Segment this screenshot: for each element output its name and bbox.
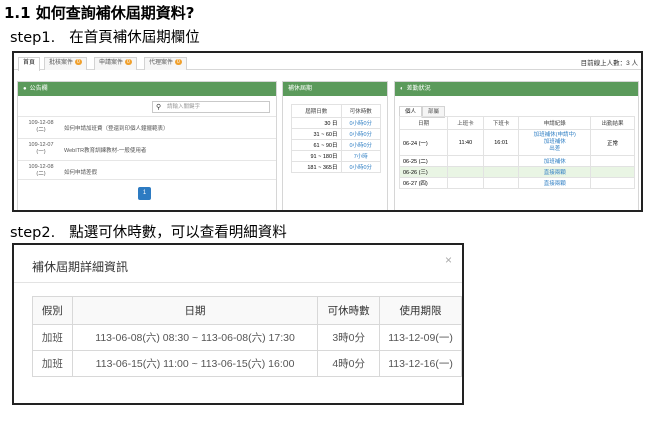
comp-leave-expiry-panel: 補休屆期 屆期日數 可休時數 30 日 0小時0分 31 ~ 60日 0小時0分 6… (282, 81, 388, 210)
step2-number: step2. (10, 225, 56, 241)
approval-count-badge: 0 (75, 59, 82, 65)
step2-text: 點選可休時數，可以查看明細資料 (69, 225, 287, 241)
application-record[interactable]: 加班補休 (518, 155, 591, 167)
notice-title[interactable]: WebITR教育訓練教材-一般使用者 (64, 146, 146, 154)
tab-application-cases[interactable]: 申請案件 0 (94, 57, 137, 70)
application-record[interactable]: 加班補休(申請中) 加班補休 出差 (518, 129, 591, 156)
table-row: 加班 113-06-08(六) 08:30 ~ 113-06-08(六) 17:… (32, 324, 462, 351)
column-header: 可休時數 (317, 296, 381, 325)
application-record[interactable]: 直接兩顆 (518, 177, 591, 189)
available-hours-link[interactable]: 7小時 (340, 150, 381, 162)
step1-text: 在首頁補休屆期欄位 (69, 30, 200, 46)
column-header: 使用期限 (379, 296, 462, 325)
comp-leave-title: 補休屆期 (288, 86, 313, 92)
attendance-panel: ◐ 差勤狀況 個人 部屬 日期 上班卡 下班卡 申請紀錄 出勤結果 06-24 (一… (394, 81, 639, 210)
tab-approval-cases[interactable]: 批核案件 0 (44, 57, 87, 70)
table-header-row: 屆期日數 可休時數 (291, 104, 381, 118)
tab-home[interactable]: 首頁 (18, 57, 41, 71)
proxy-count-badge: 0 (175, 59, 182, 65)
table-header-row: 日期 上班卡 下班卡 申請紀錄 出勤結果 (398, 116, 636, 130)
bell-icon: ● (23, 86, 27, 92)
notice-title[interactable]: 如何申請差假 (64, 168, 97, 176)
pagination-page-button[interactable]: 1 (138, 187, 151, 200)
available-hours-link[interactable]: 0小時0分 (340, 161, 381, 173)
table-header-row: 假別 日期 可休時數 使用期限 (32, 296, 462, 325)
notice-date: 109-12-08 (28, 120, 54, 126)
table-row: 30 日 0小時0分 (291, 117, 381, 129)
table-row: 06-27 (四) 直接兩顆 (398, 177, 636, 189)
notice-title[interactable]: 如何申請加班費（登還到印個人鐘擺範表） (64, 124, 169, 132)
table-row: 06-25 (二) 加班補休 (398, 155, 636, 167)
column-header: 日期 (398, 116, 449, 130)
attendance-subtabs: 個人 部屬 (399, 100, 446, 118)
column-header: 下班卡 (482, 116, 520, 130)
notice-item[interactable]: 109-12-07 (一) WebITR教育訓練教材-一般使用者 (18, 138, 276, 158)
comp-leave-header: 補休屆期 (283, 82, 387, 96)
application-count-badge: 0 (125, 59, 132, 65)
table-row: 61 ~ 90日 0小時0分 (291, 139, 381, 151)
table-row: 181 ~ 365日 0小時0分 (291, 161, 381, 173)
notice-item[interactable]: 109-12-08 (二) 如何申請加班費（登還到印個人鐘擺範表） (18, 116, 276, 136)
divider (14, 282, 462, 283)
attendance-header: ◐ 差勤狀況 (395, 82, 638, 96)
column-header: 假別 (32, 296, 73, 325)
notice-item[interactable]: 109-12-08 (二) 如何申請差假 (18, 160, 276, 180)
available-hours-link[interactable]: 0小時0分 (340, 117, 381, 129)
application-record[interactable]: 直接兩顆 (518, 166, 591, 178)
table-row: 91 ~ 180日 7小時 (291, 150, 381, 162)
available-hours-link[interactable]: 0小時0分 (340, 128, 381, 140)
close-icon[interactable]: × (445, 253, 452, 267)
table-row: 06-24 (一) 11:40 16:01 加班補休(申請中) 加班補休 出差 正常 (398, 129, 636, 156)
column-header: 屆期日數 (291, 104, 342, 118)
column-header: 日期 (71, 296, 319, 325)
column-header: 申請紀錄 (518, 116, 591, 130)
tab-proxy-cases[interactable]: 代理案件 0 (144, 57, 187, 70)
clock-icon: ◐ (400, 86, 404, 92)
attendance-title: 差勤狀況 (406, 86, 431, 92)
top-tab-bar: 首頁 批核案件 0 申請案件 0 代理案件 0 目前線上人數：3 人 (14, 53, 641, 71)
bulletin-header: ● 公告欄 (18, 82, 276, 96)
table-row: 31 ~ 60日 0小時0分 (291, 128, 381, 140)
table-row: 加班 113-06-15(六) 11:00 ~ 113-06-15(六) 16:… (32, 350, 462, 377)
notice-date: 109-12-08 (28, 164, 54, 170)
step1-number: step1. (10, 30, 56, 46)
section-heading: 1.1 如何查詢補休屆期資料? (4, 4, 195, 22)
homepage-screenshot: 首頁 批核案件 0 申請案件 0 代理案件 0 目前線上人數：3 人 ● 公告欄 ⚲ 請… (12, 51, 643, 212)
table-row: 06-26 (三) 直接兩顆 (398, 166, 636, 178)
attendance-table: 日期 上班卡 下班卡 申請紀錄 出勤結果 06-24 (一) 11:40 16:… (398, 116, 636, 189)
modal-title: 補休屆期詳細資訊 (32, 260, 129, 274)
bulletin-panel: ● 公告欄 ⚲ 請輸入關鍵字 109-12-08 (二) 如何申請加班費（登還到印個… (17, 81, 277, 210)
notice-weekday: (二) (36, 127, 46, 133)
detail-table: 假別 日期 可休時數 使用期限 加班 113-06-08(六) 08:30 ~ … (32, 296, 462, 377)
notice-date: 109-12-07 (28, 142, 54, 148)
available-hours-link[interactable]: 0小時0分 (340, 139, 381, 151)
comp-leave-detail-modal: 補休屆期詳細資訊 × 假別 日期 可休時數 使用期限 加班 113-06-08(… (12, 243, 464, 405)
online-users-count: 目前線上人數：3 人 (580, 60, 638, 67)
column-header: 出勤結果 (589, 116, 636, 130)
notice-weekday: (二) (36, 171, 46, 177)
step1-label: step1. 在首頁補休屆期欄位 (10, 26, 200, 47)
column-header: 上班卡 (447, 116, 484, 130)
comp-leave-table: 屆期日數 可休時數 30 日 0小時0分 31 ~ 60日 0小時0分 61 ~ 9… (291, 104, 381, 173)
step2-label: step2. 點選可休時數，可以查看明細資料 (10, 221, 287, 242)
bulletin-title: 公告欄 (29, 86, 48, 92)
column-header: 可休時數 (340, 104, 381, 118)
search-icon[interactable]: ⚲ (156, 102, 161, 113)
notice-weekday: (一) (36, 149, 46, 155)
search-placeholder: 請輸入關鍵字 (167, 104, 201, 110)
bulletin-search-input[interactable]: ⚲ 請輸入關鍵字 (152, 101, 270, 113)
